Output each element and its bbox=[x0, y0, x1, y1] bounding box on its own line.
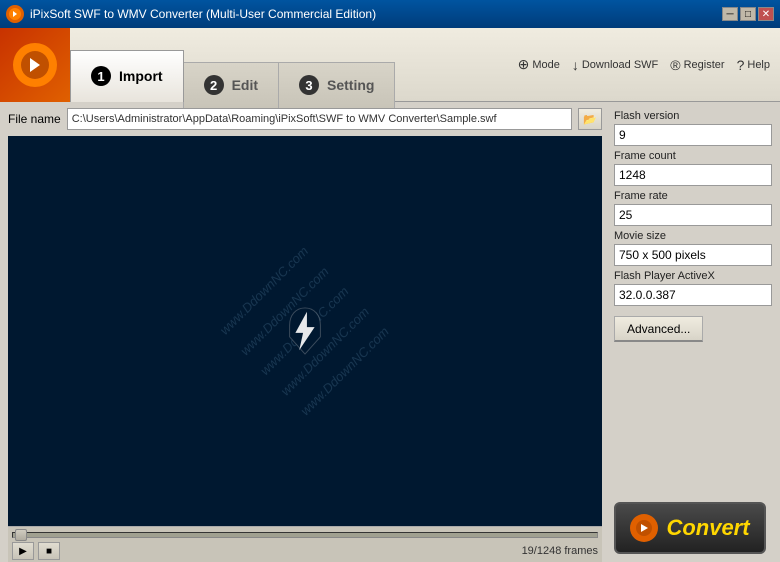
tabs-area: 1 Import 2 Edit 3 Setting bbox=[70, 28, 518, 102]
mode-icon: ⊕ bbox=[518, 56, 530, 73]
tab-setting[interactable]: 3 Setting bbox=[278, 62, 395, 108]
frame-rate-label: Frame rate bbox=[614, 190, 772, 202]
app-title: iPixSoft SWF to WMV Converter (Multi-Use… bbox=[30, 7, 376, 21]
frame-rate-input[interactable] bbox=[614, 204, 772, 226]
tab-import[interactable]: 1 Import bbox=[70, 50, 184, 102]
movie-size-input[interactable] bbox=[614, 244, 772, 266]
download-icon: ↓ bbox=[572, 57, 579, 73]
convert-icon bbox=[630, 514, 658, 542]
advanced-button[interactable]: Advanced... bbox=[614, 316, 703, 342]
play-button[interactable]: ▶ bbox=[12, 542, 34, 560]
minimize-button[interactable]: ─ bbox=[722, 7, 738, 21]
preview-area: www.DdownNC.com www.DdownNC.com www.Ddow… bbox=[8, 136, 602, 526]
flash-logo-icon bbox=[285, 306, 325, 356]
movie-size-group: Movie size bbox=[614, 230, 772, 266]
register-icon: ® bbox=[670, 57, 680, 73]
tab-num-import: 1 bbox=[91, 66, 111, 86]
frame-count-group: Frame count bbox=[614, 150, 772, 186]
frame-rate-group: Frame rate bbox=[614, 190, 772, 226]
flash-player-group: Flash Player ActiveX bbox=[614, 270, 772, 306]
file-name-input[interactable] bbox=[67, 108, 572, 130]
file-row: File name 📂 bbox=[8, 108, 602, 130]
seek-thumb[interactable] bbox=[15, 529, 27, 541]
stop-button[interactable]: ■ bbox=[38, 542, 60, 560]
help-icon: ? bbox=[737, 57, 745, 73]
window-controls: ─ □ ✕ bbox=[722, 7, 774, 21]
help-button[interactable]: ? Help bbox=[737, 57, 770, 73]
convert-label: Convert bbox=[666, 515, 749, 541]
title-bar: iPixSoft SWF to WMV Converter (Multi-Use… bbox=[0, 0, 780, 28]
flash-version-group: Flash version bbox=[614, 110, 772, 146]
right-panel: Flash version Frame count Frame rate Mov… bbox=[610, 102, 780, 562]
flash-player-label: Flash Player ActiveX bbox=[614, 270, 772, 282]
file-name-label: File name bbox=[8, 112, 61, 126]
tab-edit[interactable]: 2 Edit bbox=[183, 62, 279, 108]
register-button[interactable]: ® Register bbox=[670, 57, 724, 73]
tab-edit-label: Edit bbox=[232, 77, 258, 93]
frame-count-input[interactable] bbox=[614, 164, 772, 186]
toolbar: 1 Import 2 Edit 3 Setting ⊕ Mode ↓ Downl… bbox=[0, 28, 780, 102]
flash-version-input[interactable] bbox=[614, 124, 772, 146]
playback-controls: ▶ ■ 19/1248 frames bbox=[8, 526, 602, 562]
tab-setting-label: Setting bbox=[327, 77, 374, 93]
seek-bar-container bbox=[12, 529, 598, 540]
download-swf-button[interactable]: ↓ Download SWF bbox=[572, 57, 658, 73]
tab-num-edit: 2 bbox=[204, 75, 224, 95]
controls-row: ▶ ■ 19/1248 frames bbox=[12, 540, 598, 560]
main-content: File name 📂 www.DdownNC.com www.DdownNC.… bbox=[0, 102, 780, 562]
logo-icon bbox=[13, 43, 57, 87]
mode-label: Mode bbox=[532, 59, 560, 71]
play-buttons: ▶ ■ bbox=[12, 542, 60, 560]
frame-info: 19/1248 frames bbox=[522, 545, 598, 557]
browse-icon: 📂 bbox=[583, 113, 597, 126]
tab-import-label: Import bbox=[119, 68, 163, 84]
mode-button[interactable]: ⊕ Mode bbox=[518, 56, 560, 73]
flash-player-input[interactable] bbox=[614, 284, 772, 306]
app-icon bbox=[6, 5, 24, 23]
maximize-button[interactable]: □ bbox=[740, 7, 756, 21]
convert-button[interactable]: Convert bbox=[614, 502, 766, 554]
convert-button-area: Convert bbox=[614, 494, 772, 554]
flash-version-label: Flash version bbox=[614, 110, 772, 122]
frame-count-label: Frame count bbox=[614, 150, 772, 162]
title-bar-left: iPixSoft SWF to WMV Converter (Multi-Use… bbox=[6, 5, 376, 23]
browse-button[interactable]: 📂 bbox=[578, 108, 602, 130]
download-label: Download SWF bbox=[582, 59, 658, 71]
register-label: Register bbox=[684, 59, 725, 71]
close-button[interactable]: ✕ bbox=[758, 7, 774, 21]
tab-num-setting: 3 bbox=[299, 75, 319, 95]
seek-bar-track[interactable] bbox=[12, 532, 598, 538]
logo-area bbox=[0, 28, 70, 102]
left-panel: File name 📂 www.DdownNC.com www.DdownNC.… bbox=[0, 102, 610, 562]
movie-size-label: Movie size bbox=[614, 230, 772, 242]
help-label: Help bbox=[747, 59, 770, 71]
toolbar-actions: ⊕ Mode ↓ Download SWF ® Register ? Help bbox=[518, 56, 780, 73]
